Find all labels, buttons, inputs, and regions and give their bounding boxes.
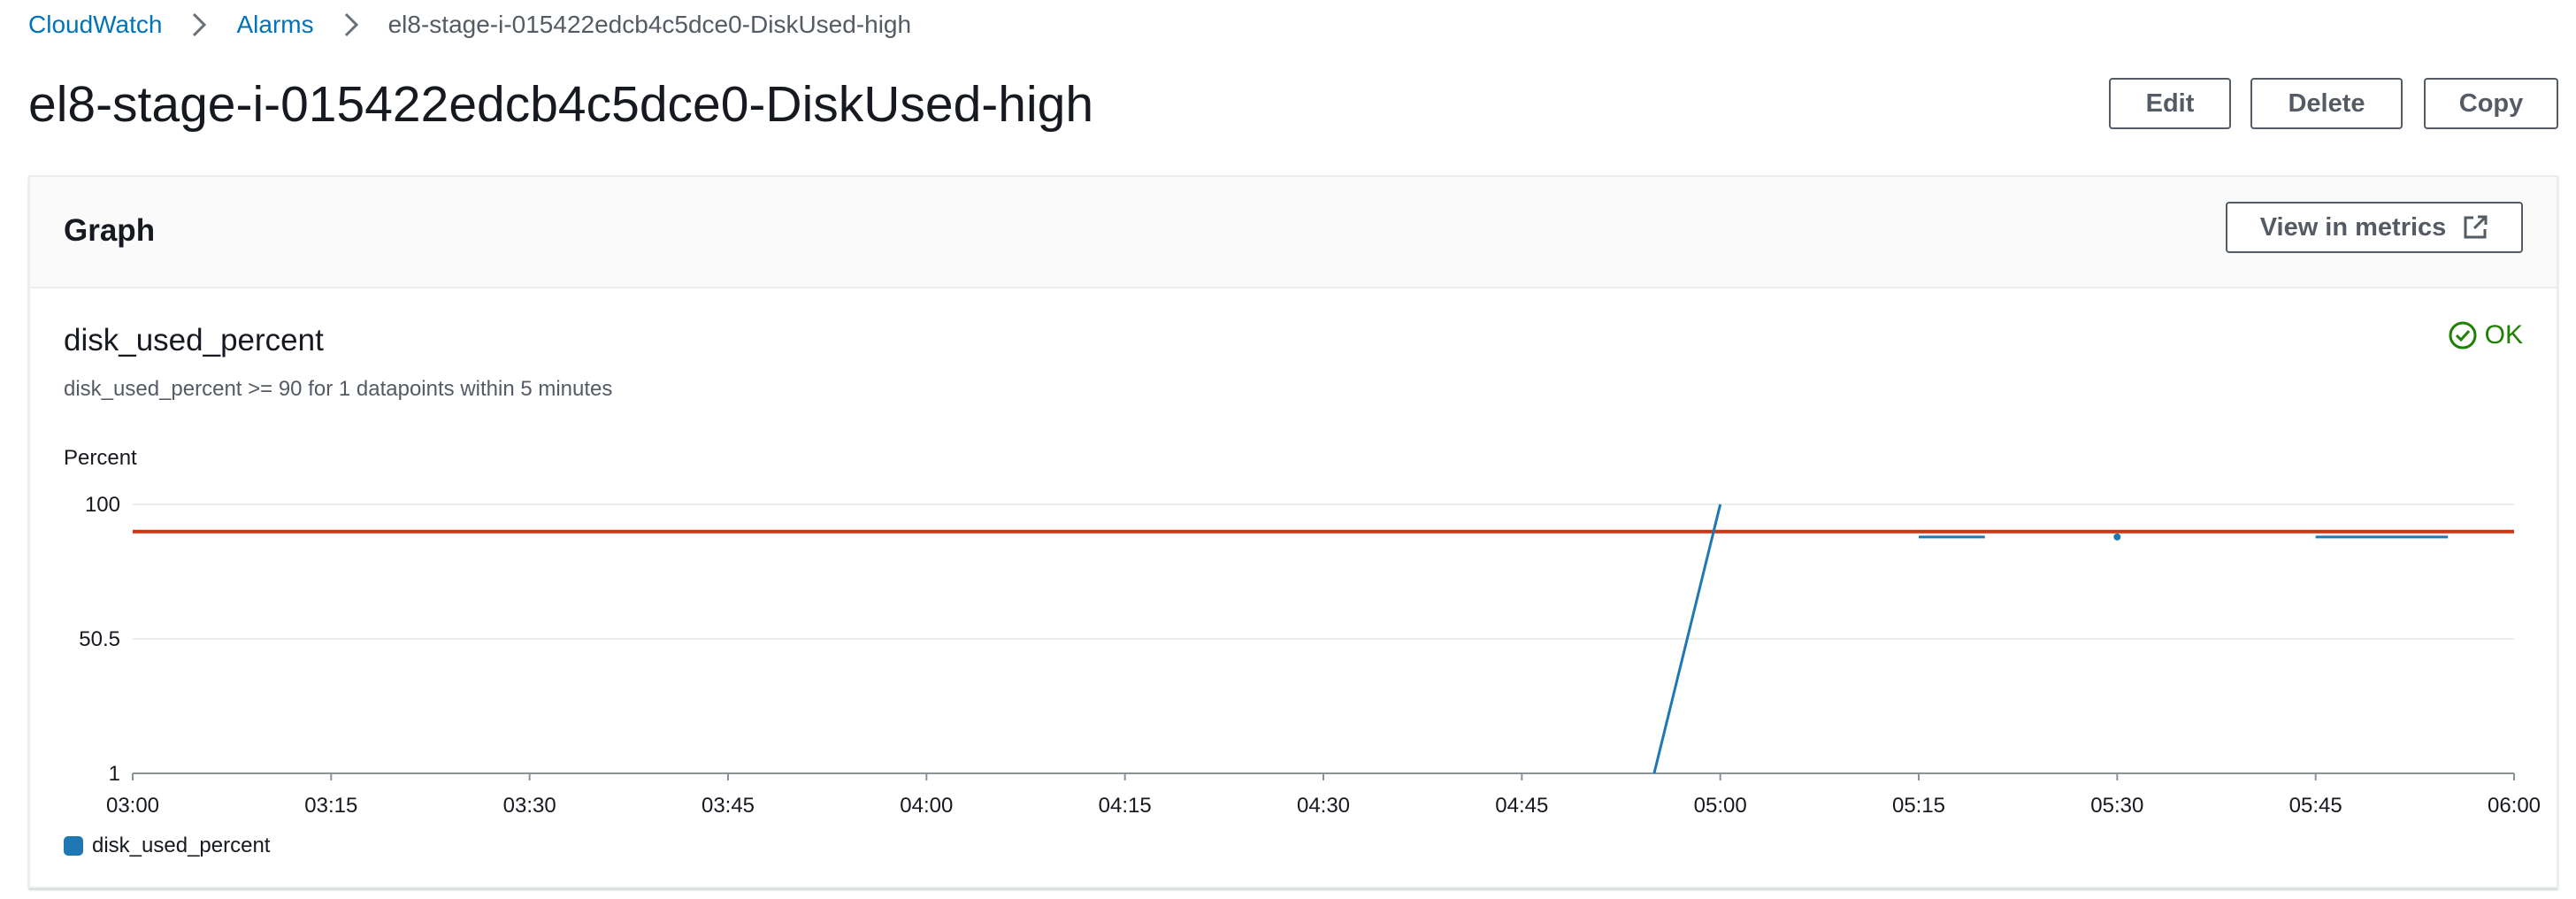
chart-legend: disk_used_percent (64, 834, 270, 858)
legend-swatch (64, 836, 83, 856)
disk-used-chart: 100 50.5 1 03:00 03:15 03:30 03:45 04:00 04:15 04… (79, 493, 2541, 818)
x-tick-label: 04:30 (1297, 794, 1350, 818)
graph-panel: Graph View in metrics disk_used_percent … (28, 175, 2558, 888)
breadcrumb: CloudWatch Alarms el8-stage-i-015422edcb… (28, 7, 911, 42)
delete-button[interactable]: Delete (2250, 78, 2403, 129)
chevron-right-icon (334, 7, 369, 42)
legend-label: disk_used_percent (92, 834, 271, 857)
edit-button[interactable]: Edit (2109, 78, 2231, 129)
x-tick-label: 04:15 (1099, 794, 1152, 818)
x-tick-label: 04:45 (1495, 794, 1548, 818)
series-point (2113, 533, 2121, 541)
x-tick-label: 03:30 (503, 794, 556, 818)
breadcrumb-alarms-link[interactable]: Alarms (236, 11, 313, 39)
x-tick-label: 03:45 (702, 794, 755, 818)
x-tick-label: 03:00 (106, 794, 159, 818)
x-tick-label: 05:30 (2090, 794, 2143, 818)
y-tick-label: 100 (85, 493, 120, 517)
x-tick-label: 06:00 (2488, 794, 2541, 818)
breadcrumb-current: el8-stage-i-015422edcb4c5dce0-DiskUsed-h… (387, 11, 912, 38)
page-title: el8-stage-i-015422edcb4c5dce0-DiskUsed-h… (28, 76, 1094, 133)
x-tick-label: 04:00 (900, 794, 953, 818)
x-tick-label: 03:15 (304, 794, 357, 818)
y-tick-label: 50.5 (79, 627, 120, 651)
copy-button[interactable]: Copy (2424, 78, 2558, 129)
chevron-right-icon (181, 7, 217, 42)
y-tick-label: 1 (109, 762, 120, 786)
x-tick-label: 05:15 (1892, 794, 1945, 818)
x-tick-label: 05:45 (2289, 794, 2342, 818)
breadcrumb-cloudwatch-link[interactable]: CloudWatch (28, 11, 162, 39)
x-tick-label: 05:00 (1694, 794, 1747, 818)
